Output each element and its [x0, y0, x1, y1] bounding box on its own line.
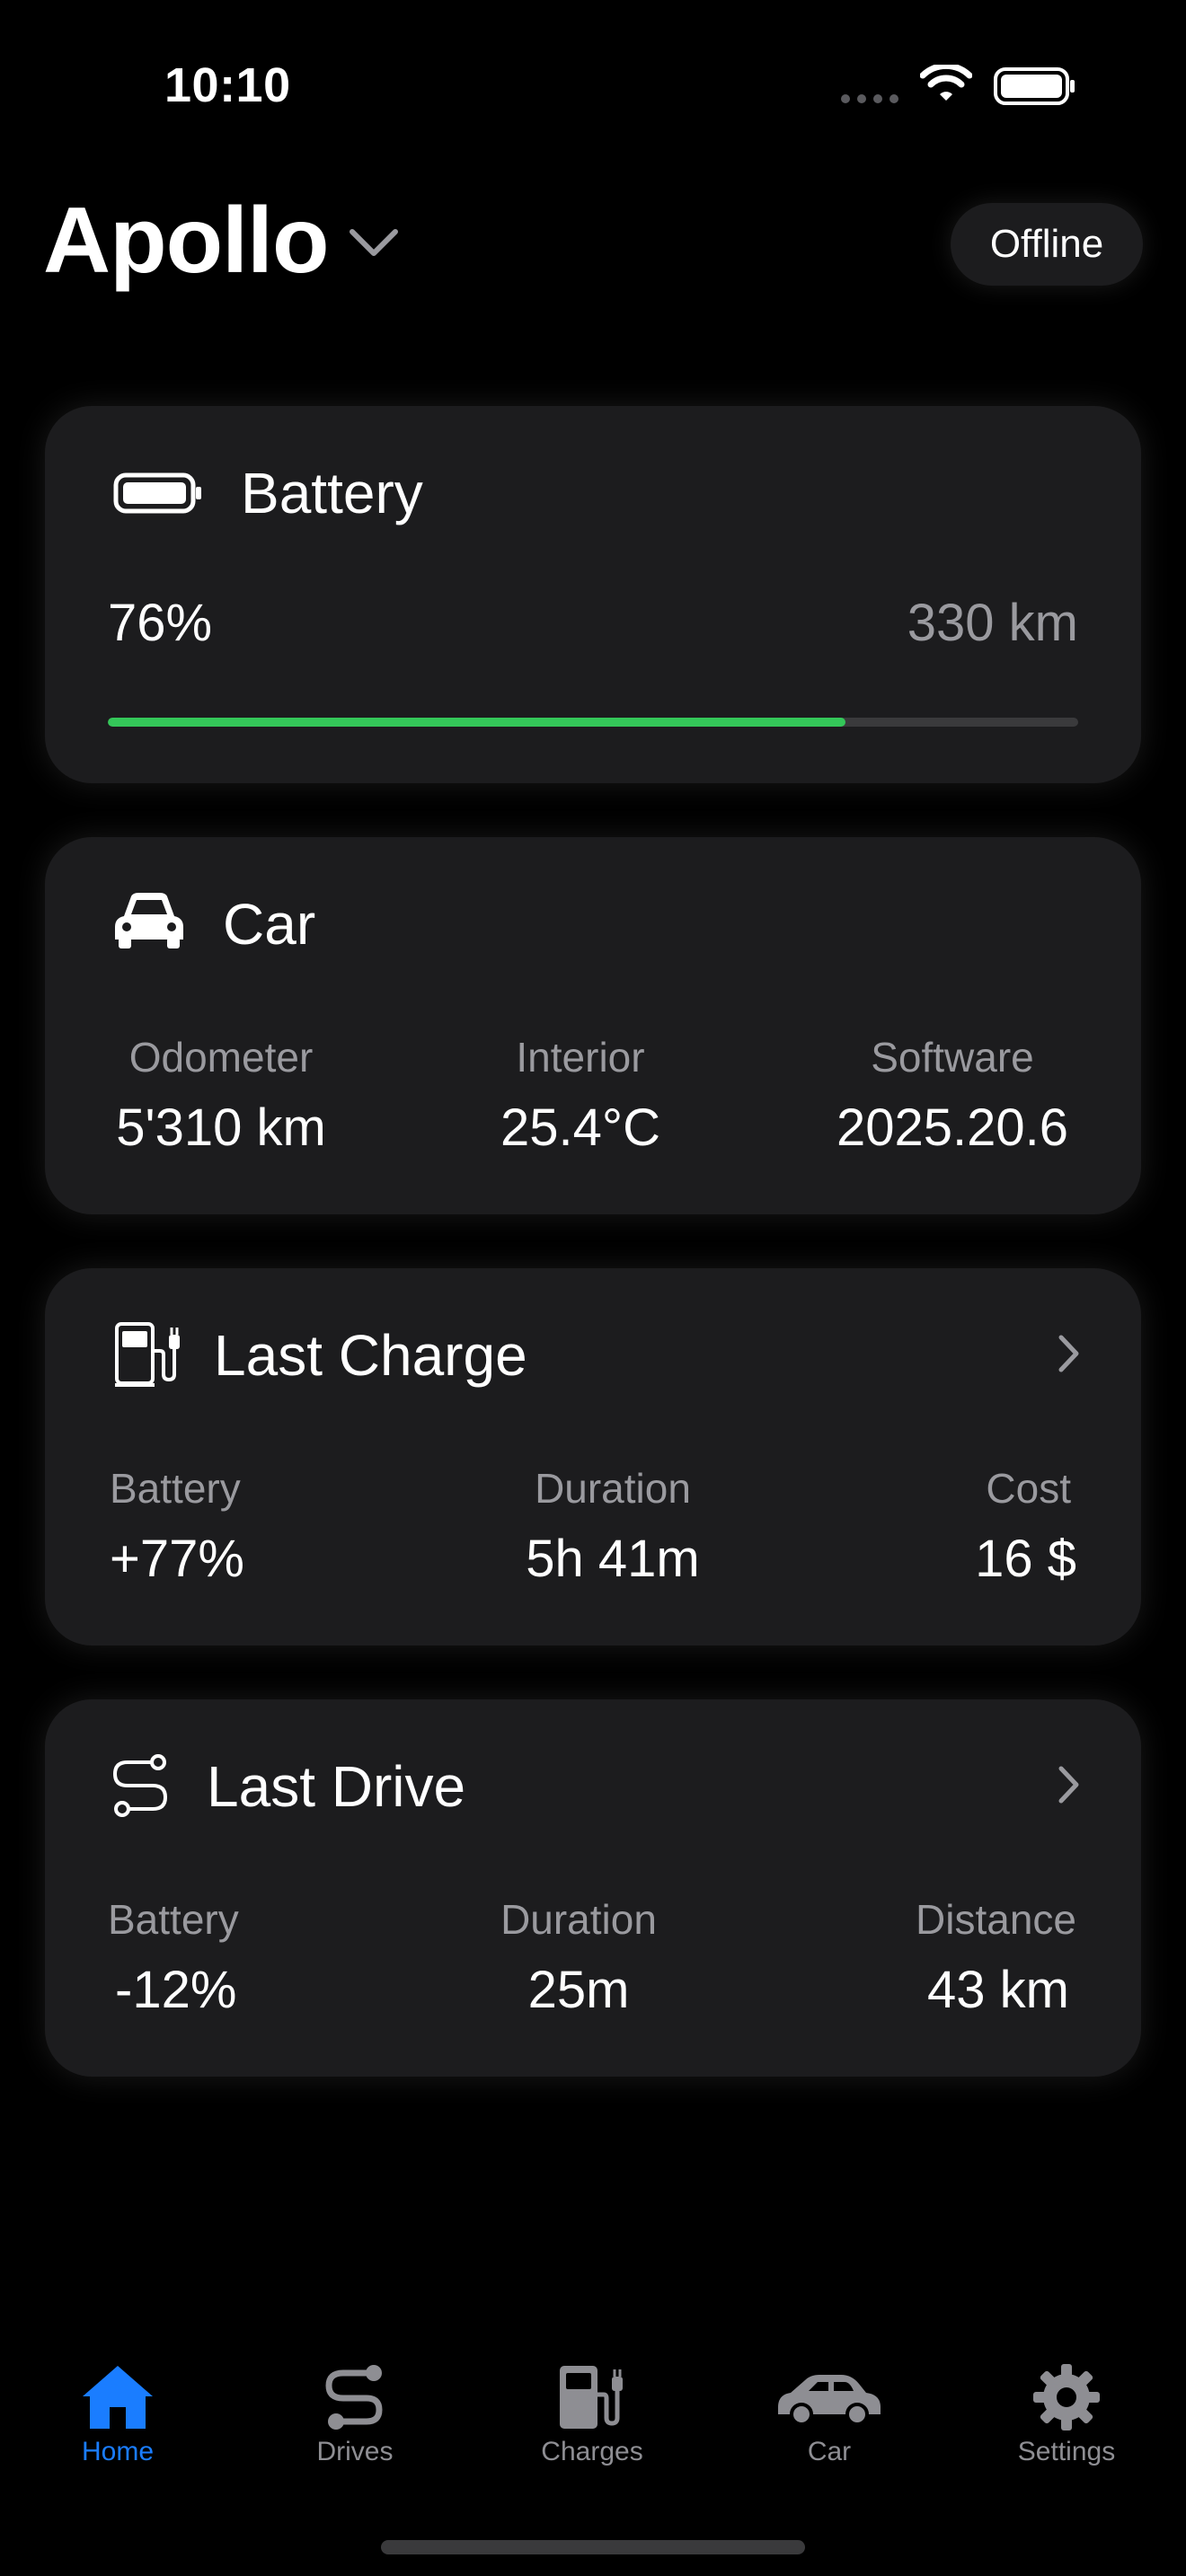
car-icon [115, 893, 183, 948]
tab-car[interactable]: Car [757, 2362, 901, 2467]
tab-drives-label: Drives [316, 2437, 394, 2466]
tab-car-label: Car [807, 2437, 852, 2466]
fuel-pump-icon [560, 2366, 623, 2429]
route-icon [325, 2365, 383, 2430]
interior-label: Interior [516, 1034, 645, 1081]
software-label: Software [871, 1034, 1034, 1081]
vehicle-name[interactable]: Apollo [43, 194, 329, 287]
chevron-right-icon[interactable] [1057, 1333, 1082, 1374]
home-indicator [381, 2540, 805, 2554]
chevron-right-icon[interactable] [1057, 1764, 1082, 1805]
last-charge-card[interactable] [45, 1268, 1141, 1645]
gear-icon [1033, 2364, 1100, 2430]
chevron-down-icon[interactable] [347, 225, 401, 260]
battery-icon [113, 472, 201, 514]
status-badge: Offline [951, 203, 1143, 286]
charge-battery-label: Battery [110, 1465, 241, 1512]
interior-value: 25.4°C [500, 1098, 660, 1157]
last-charge-title: Last Charge [214, 1323, 527, 1388]
drive-battery-value: -12% [115, 1961, 237, 2019]
charge-duration-label: Duration [535, 1465, 691, 1512]
car-card-title: Car [223, 892, 316, 957]
tab-settings-label: Settings [1017, 2437, 1116, 2466]
last-drive-title: Last Drive [207, 1754, 466, 1819]
tab-drives[interactable]: Drives [283, 2362, 427, 2467]
charge-battery-value: +77% [110, 1530, 244, 1588]
status-battery-icon [994, 67, 1075, 105]
charge-duration-value: 5h 41m [526, 1530, 700, 1588]
drive-battery-label: Battery [108, 1896, 239, 1943]
battery-card-title: Battery [241, 461, 423, 525]
battery-progress-fill [108, 718, 845, 727]
battery-progress-track [108, 718, 1078, 727]
software-value: 2025.20.6 [836, 1098, 1069, 1157]
charge-cost-label: Cost [986, 1465, 1071, 1512]
car-icon [778, 2375, 881, 2426]
status-time: 10:10 [164, 58, 291, 112]
house-icon [83, 2366, 153, 2429]
charge-cost-value: 16 $ [975, 1530, 1076, 1588]
tab-charges[interactable]: Charges [520, 2362, 664, 2467]
fuel-pump-icon [115, 1322, 180, 1387]
tab-home[interactable]: Home [46, 2362, 190, 2467]
route-icon [112, 1754, 168, 1817]
odometer-label: Odometer [128, 1034, 314, 1081]
drive-distance-value: 43 km [927, 1961, 1069, 2019]
tab-settings[interactable]: Settings [995, 2362, 1138, 2467]
tab-charges-label: Charges [541, 2437, 643, 2466]
battery-percent: 76% [108, 594, 213, 652]
drive-duration-value: 25m [527, 1961, 630, 2019]
battery-range: 330 km [907, 594, 1078, 652]
signal-icon [841, 94, 898, 103]
odometer-value: 5'310 km [116, 1098, 326, 1157]
drive-distance-label: Distance [916, 1896, 1076, 1943]
drive-duration-label: Duration [500, 1896, 657, 1943]
tab-home-label: Home [81, 2437, 155, 2466]
car-card [45, 837, 1141, 1214]
wifi-icon [920, 65, 972, 101]
